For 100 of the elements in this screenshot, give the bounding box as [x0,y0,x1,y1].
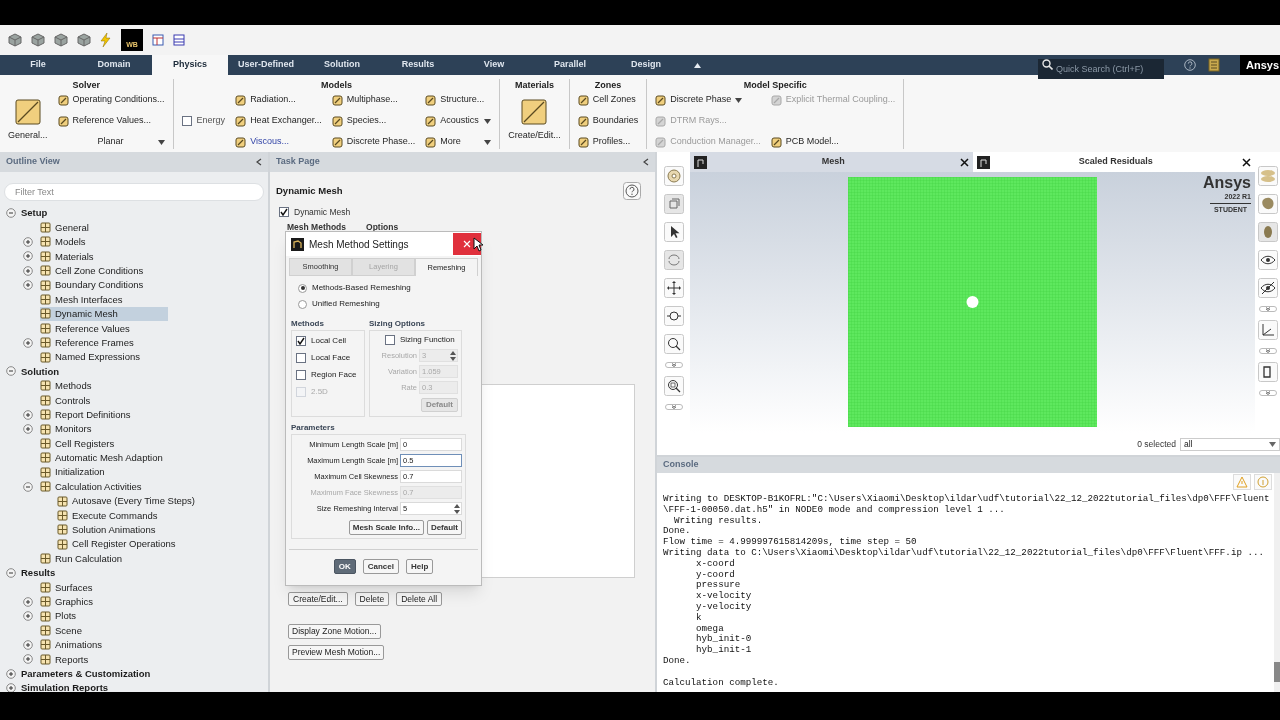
menu-tab[interactable]: Solution [304,55,380,75]
help-icon[interactable] [1184,59,1196,71]
menu-tab[interactable]: Physics [152,55,228,75]
menu-tab[interactable]: Parallel [532,55,608,75]
tree-item[interactable]: Reference Frames [40,335,140,350]
button[interactable]: Preview Mesh Motion... [288,644,385,660]
dropdown[interactable]: all [1180,437,1280,451]
tree-item[interactable]: Report Definitions [40,407,137,422]
cube-icon[interactable] [54,33,68,47]
tree-item[interactable]: Scene [40,623,88,638]
tree-item[interactable]: Automatic Mesh Adaption [40,450,169,466]
cube-icon[interactable] [31,33,45,47]
collapse-icon[interactable] [256,158,262,166]
menu-tab[interactable]: Results [380,55,456,75]
ribbon-button[interactable]: PCB Model... [770,135,896,149]
axes-icon[interactable] [1257,320,1278,340]
ribbon-button[interactable]: Radiation... [235,93,322,107]
tree-item[interactable]: General [40,220,95,235]
tree-item[interactable]: Solution [21,364,65,379]
tree-item[interactable]: Run Calculation [40,551,129,566]
quick-search-field[interactable]: Quick Search (Ctrl+F) [1038,59,1164,79]
radio-button[interactable] [298,283,307,293]
search-icon[interactable] [663,334,684,354]
double-chevron-icon[interactable] [1258,390,1277,396]
double-chevron-icon[interactable] [664,362,683,368]
checkbox[interactable] [296,370,306,380]
graphics-tab[interactable]: Mesh [690,152,973,172]
rotate-icon[interactable] [663,250,684,270]
help-icon[interactable] [623,182,641,200]
tree-item[interactable]: Simulation Reports [21,680,115,696]
tree-item[interactable]: Mesh Interfaces [40,292,129,307]
ribbon-button[interactable]: Profiles... [577,135,639,149]
menu-tab[interactable]: Domain [76,55,152,75]
collapse-icon[interactable] [6,208,16,219]
tree-item[interactable]: Graphics [40,594,99,609]
tree-item[interactable]: Surfaces [40,580,99,595]
button[interactable]: OK [333,559,356,574]
ribbon-button[interactable]: Reference Values... [57,114,165,128]
hidden-eye-icon[interactable] [1257,278,1278,298]
tree-item[interactable]: Reference Values [40,321,136,336]
blob-icon[interactable] [1257,194,1278,214]
button[interactable]: Create/Edit... [288,591,348,606]
collapse-icon[interactable] [23,481,33,492]
tree-item[interactable]: Dynamic Mesh [40,306,168,322]
menu-tab[interactable]: File [0,55,76,75]
collapse-icon[interactable] [6,366,16,377]
button[interactable]: Help [405,559,434,574]
ribbon-button[interactable]: Boundaries [577,114,639,128]
dropdown[interactable]: Planar [57,135,165,149]
collapse-icon[interactable] [643,158,649,166]
tree-item[interactable]: Solution Animations [57,522,162,537]
ribbon-menu-button[interactable]: Discrete Phase [655,93,761,107]
cube-icon[interactable] [77,33,91,47]
settings-icon[interactable] [663,166,684,186]
table-icon[interactable] [173,34,185,46]
tree-item[interactable]: Calculation Activities [40,479,148,494]
ribbon-menu-button[interactable]: More [425,135,492,149]
table-icon[interactable] [152,34,164,46]
collapse-ribbon-icon[interactable] [694,62,701,68]
close-icon[interactable] [1242,157,1251,167]
tree-item[interactable]: Cell Zone Conditions [40,263,150,278]
notes-icon[interactable] [1208,58,1220,72]
double-chevron-icon[interactable] [1258,348,1277,354]
ribbon-button[interactable]: Heat Exchanger... [235,114,322,128]
ribbon-button[interactable]: Discrete Phase... [331,135,416,149]
eye-icon[interactable] [1257,250,1278,270]
button[interactable]: Delete [354,591,390,606]
lightning-icon[interactable] [100,33,112,47]
ribbon-button[interactable]: Multiphase... [331,93,416,107]
tree-item[interactable]: Parameters & Customization [21,666,157,681]
menu-tab[interactable]: User-Defined [228,55,304,75]
button[interactable]: Mesh Scale Info... [348,520,424,535]
tree-item[interactable]: Reports [40,652,95,667]
tree-item[interactable]: Initialization [40,465,111,480]
tree-item[interactable]: Cell Registers [40,436,121,451]
scrollbar[interactable] [1274,473,1280,692]
button[interactable]: Default [426,520,462,535]
move-icon[interactable] [663,278,684,298]
ribbon-button[interactable]: Structure... [425,93,492,107]
button[interactable]: Cancel [362,559,399,574]
copy-icon[interactable] [1257,362,1278,382]
ribbon-menu-button[interactable]: Acoustics [425,114,492,128]
checkbox[interactable] [296,353,306,363]
zoom-icon[interactable] [663,306,684,326]
menu-tab[interactable]: Design [608,55,684,75]
ribbon-button[interactable]: General... [8,99,48,143]
checkbox[interactable] [279,207,289,218]
ribbon-button[interactable]: Create/Edit... [508,99,561,143]
ribbon-button[interactable]: Cell Zones [577,93,639,107]
tree-item[interactable]: Models [40,234,92,250]
collapse-icon[interactable] [6,567,16,578]
ribbon-button[interactable]: Viscous... [235,135,322,149]
tree-item[interactable]: Plots [40,608,83,624]
checkbox[interactable] [296,336,306,346]
pointer-icon[interactable] [663,222,684,242]
tree-item[interactable]: Results [21,565,62,581]
tree-item[interactable]: Named Expressions [40,349,146,365]
tree-item[interactable]: Cell Register Operations [57,537,182,552]
tree-item[interactable]: Setup [21,206,54,221]
double-chevron-icon[interactable] [664,404,683,410]
